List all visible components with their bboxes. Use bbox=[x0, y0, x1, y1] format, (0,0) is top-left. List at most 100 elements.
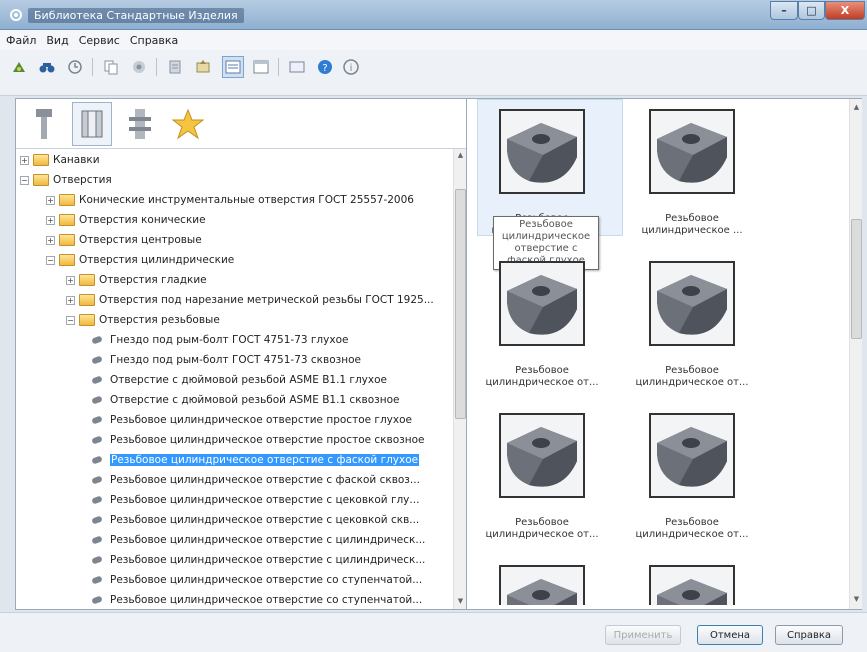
part-caption: Резьбовое цилиндрическое от... bbox=[485, 517, 599, 540]
close-button[interactable]: X bbox=[825, 1, 865, 20]
folder-icon bbox=[79, 274, 95, 286]
tree-node[interactable]: Резьбовое цилиндрическое отверстие со ст… bbox=[90, 571, 422, 589]
search-icon[interactable] bbox=[36, 56, 58, 78]
tree-node[interactable]: Резьбовое цилиндрическое отверстие с цек… bbox=[90, 491, 419, 509]
tree-node-label: Отверстия гладкие bbox=[99, 274, 207, 286]
tree-node[interactable]: Резьбовое цилиндрическое отверстие с цил… bbox=[90, 551, 425, 569]
part-card[interactable] bbox=[627, 555, 757, 605]
tree-node-label: Гнездо под рым-болт ГОСТ 4751-73 сквозно… bbox=[110, 354, 361, 366]
tree-node-label: Резьбовое цилиндрическое отверстие с цил… bbox=[110, 534, 426, 546]
tree-node[interactable]: + Отверстия центровые bbox=[46, 231, 202, 249]
collapse-icon[interactable]: − bbox=[66, 315, 75, 325]
part-card[interactable]: Резьбовое цилиндрическое от... bbox=[477, 403, 607, 553]
tree-node[interactable]: Резьбовое цилиндрическое отверстие с цек… bbox=[90, 511, 419, 529]
tree-node[interactable]: + Отверстия под нарезание метрической рез… bbox=[66, 291, 434, 309]
tree-node[interactable]: + Канавки bbox=[20, 151, 100, 169]
part-card[interactable]: Резьбовое цилиндрическое от... bbox=[627, 403, 757, 553]
copy-icon[interactable] bbox=[100, 56, 122, 78]
fastener-icon[interactable] bbox=[120, 102, 160, 146]
part-icon bbox=[90, 394, 106, 406]
tree-node-label: Отверстие с дюймовой резьбой ASME B1.1 с… bbox=[110, 394, 400, 406]
tree-node[interactable]: Резьбовое цилиндрическое отверстие с фас… bbox=[90, 471, 420, 489]
filter-icon[interactable] bbox=[164, 56, 186, 78]
tree-node-label: Резьбовое цилиндрическое отверстие со ст… bbox=[110, 594, 423, 606]
tree-node[interactable]: Гнездо под рым-болт ГОСТ 4751-73 глухое bbox=[90, 331, 348, 349]
menu-service[interactable]: Сервис bbox=[79, 34, 120, 47]
tree-node[interactable]: Резьбовое цилиндрическое отверстие прост… bbox=[90, 411, 412, 429]
help-button[interactable]: Справка bbox=[775, 625, 843, 645]
tree-node[interactable]: Резьбовое цилиндрическое отверстие с цил… bbox=[90, 531, 425, 549]
tree-scrollbar[interactable]: ▲ ▼ bbox=[453, 149, 466, 609]
part-thumbnail bbox=[649, 261, 735, 346]
tree-node[interactable]: Резьбовое цилиндрическое отверстие со ст… bbox=[90, 591, 422, 609]
tree-node[interactable]: − Отверстия цилиндрические bbox=[46, 251, 234, 269]
gear-icon bbox=[10, 9, 22, 21]
tree-node[interactable]: Резьбовое цилиндрическое отверстие прост… bbox=[90, 431, 424, 449]
scroll-down-arrow[interactable]: ▼ bbox=[455, 595, 466, 607]
tree-node[interactable]: − Отверстия bbox=[20, 171, 112, 189]
info-icon[interactable]: i bbox=[340, 56, 362, 78]
cancel-button[interactable]: Отмена bbox=[697, 625, 763, 645]
expand-icon[interactable]: + bbox=[46, 215, 55, 225]
maximize-button[interactable]: □ bbox=[798, 1, 825, 20]
insert-icon[interactable] bbox=[8, 56, 30, 78]
expand-icon[interactable]: + bbox=[46, 235, 55, 245]
title-bar: Библиотека Стандартные Изделия – □ X bbox=[0, 0, 867, 30]
tree-node[interactable]: + Отверстия гладкие bbox=[66, 271, 207, 289]
scroll-thumb[interactable] bbox=[851, 219, 862, 339]
folder-icon bbox=[79, 294, 95, 306]
expand-icon[interactable]: + bbox=[46, 195, 55, 205]
expand-icon[interactable]: + bbox=[66, 275, 75, 285]
part-card[interactable]: Резьбовое цилиндрическое от... bbox=[627, 251, 757, 401]
tree-node-label: Резьбовое цилиндрическое отверстие с фас… bbox=[110, 474, 420, 486]
scroll-thumb[interactable] bbox=[455, 189, 466, 419]
part-card[interactable] bbox=[477, 555, 607, 605]
gallery-scrollbar[interactable]: ▲ ▼ bbox=[849, 99, 862, 609]
properties-icon[interactable] bbox=[128, 56, 150, 78]
tree-node[interactable]: + Отверстия конические bbox=[46, 211, 206, 229]
tree-node[interactable]: + Конические инструментальные отверстия Г… bbox=[46, 191, 414, 209]
part-icon bbox=[90, 494, 106, 506]
collapse-icon[interactable]: − bbox=[46, 255, 55, 265]
dialog-footer: Применить Отмена Справка bbox=[0, 612, 867, 652]
window-title: Библиотека Стандартные Изделия bbox=[28, 8, 244, 23]
help-icon[interactable]: ? bbox=[314, 56, 336, 78]
tree-node-label: Резьбовое цилиндрическое отверстие с цек… bbox=[110, 494, 420, 506]
collapse-icon[interactable]: − bbox=[20, 175, 29, 185]
holes-category-icon[interactable] bbox=[72, 102, 112, 146]
history-icon[interactable] bbox=[64, 56, 86, 78]
preview-icon[interactable] bbox=[286, 56, 308, 78]
tree-node-label: Канавки bbox=[53, 154, 100, 166]
scroll-down-arrow[interactable]: ▼ bbox=[851, 593, 862, 605]
export-icon[interactable] bbox=[192, 56, 214, 78]
apply-button[interactable]: Применить bbox=[605, 625, 681, 645]
tree-node-label: Гнездо под рым-болт ГОСТ 4751-73 глухое bbox=[110, 334, 349, 346]
folder-icon bbox=[59, 234, 75, 246]
tree-node[interactable]: Отверстие с дюймовой резьбой ASME B1.1 г… bbox=[90, 371, 387, 389]
menu-help[interactable]: Справка bbox=[130, 34, 178, 47]
bolt-icon[interactable] bbox=[24, 102, 64, 146]
part-card[interactable]: Резьбовое цилиндрическое от... bbox=[477, 251, 607, 401]
scroll-up-arrow[interactable]: ▲ bbox=[455, 149, 466, 161]
menu-view[interactable]: Вид bbox=[46, 34, 68, 47]
toolbar-separator bbox=[278, 58, 279, 76]
tree-node[interactable]: Гнездо под рым-болт ГОСТ 4751-73 сквозно… bbox=[90, 351, 361, 369]
expand-icon[interactable]: + bbox=[66, 295, 75, 305]
part-card[interactable]: Резьбовое цилиндрическое ...Резьбовое ци… bbox=[477, 99, 623, 270]
expand-icon[interactable]: + bbox=[20, 155, 29, 165]
tree-node[interactable]: Отверстие с дюймовой резьбой ASME B1.1 с… bbox=[90, 391, 400, 409]
tree-node[interactable]: − Отверстия резьбовые bbox=[66, 311, 220, 329]
part-caption: Резьбовое цилиндрическое от... bbox=[485, 365, 599, 388]
part-card[interactable]: Резьбовое цилиндрическое ... bbox=[627, 99, 757, 249]
minimize-button[interactable]: – bbox=[770, 1, 798, 20]
details-view-icon[interactable] bbox=[250, 56, 272, 78]
part-icon bbox=[90, 354, 106, 366]
part-icon bbox=[90, 374, 106, 386]
category-strip bbox=[16, 99, 466, 149]
folder-icon bbox=[33, 174, 49, 186]
favorites-star-icon[interactable] bbox=[168, 102, 208, 146]
tree-node[interactable]: Резьбовое цилиндрическое отверстие с фас… bbox=[90, 451, 420, 469]
list-view-icon[interactable] bbox=[222, 56, 244, 78]
menu-file[interactable]: Файл bbox=[6, 34, 36, 47]
scroll-up-arrow[interactable]: ▲ bbox=[851, 101, 862, 113]
